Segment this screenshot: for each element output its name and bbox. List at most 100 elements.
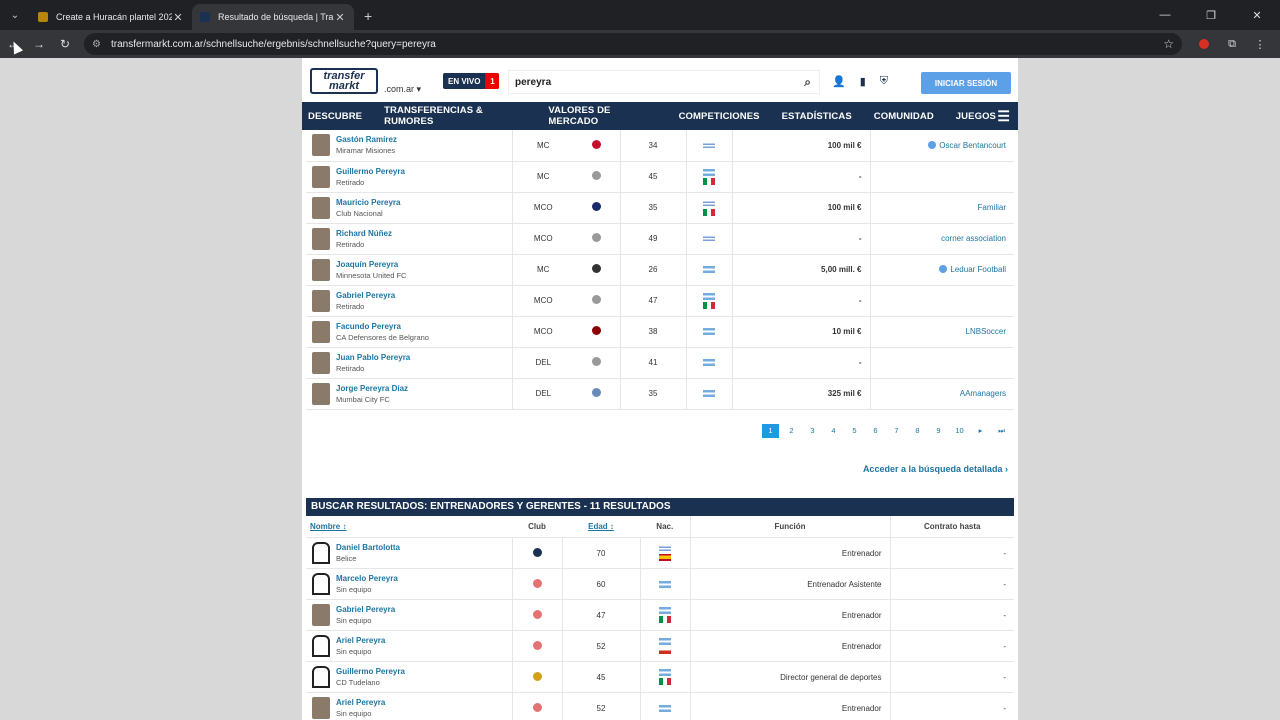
search-value: pereyra: [515, 76, 552, 88]
new-tab-button[interactable]: +: [364, 8, 372, 24]
avatar: [312, 289, 330, 312]
club-crest-icon[interactable]: [532, 702, 542, 712]
coach-name-link[interactable]: Ariel Pereyra: [336, 635, 385, 646]
bookmark-icon[interactable]: ▮: [860, 75, 866, 88]
player-name-link[interactable]: Guillermo Pereyra: [336, 166, 405, 177]
detailed-search-link[interactable]: Acceder a la búsqueda detallada ›: [302, 450, 1018, 490]
transfermarkt-logo[interactable]: transfer markt .com.ar ▾: [310, 68, 421, 94]
close-tab-icon[interactable]: ✕: [172, 11, 184, 24]
agent-link[interactable]: corner association: [941, 234, 1006, 243]
tab-search-icon[interactable]: ⌄: [4, 4, 26, 26]
search-input[interactable]: pereyra ⌕: [508, 70, 820, 94]
club-crest-icon[interactable]: [592, 295, 602, 304]
nav-games[interactable]: JUEGOS: [956, 111, 996, 122]
avatar: [312, 635, 330, 657]
age: 41: [619, 347, 686, 379]
nav-discover[interactable]: DESCUBRE: [308, 111, 362, 122]
table-row: Gastón Ramírez Miramar Misiones MC 34 100 mi…: [306, 130, 1014, 162]
coach-name-link[interactable]: Daniel Bartolotta: [336, 542, 400, 553]
club-crest-icon[interactable]: [592, 139, 602, 149]
avatar: [312, 227, 330, 250]
coach-name-link[interactable]: Gabriel Pereyra: [336, 604, 395, 615]
player-name-link[interactable]: Jorge Pereyra Díaz: [336, 383, 408, 394]
close-tab-icon[interactable]: ✕: [334, 11, 346, 24]
nav-community[interactable]: COMUNIDAD: [874, 111, 934, 122]
sort-name-header[interactable]: Nombre ↕: [310, 522, 346, 531]
extension-block-icon[interactable]: [1194, 34, 1214, 54]
club-crest-icon[interactable]: [532, 609, 542, 619]
club-crest-icon[interactable]: [532, 547, 542, 557]
table-row: Richard Núñez Retirado MCO 49 - corner associ…: [306, 223, 1014, 255]
players-table: Gastón Ramírez Miramar Misiones MC 34 100 mi…: [306, 130, 1014, 410]
page-link-11[interactable]: ▸: [972, 424, 989, 438]
club-crest-icon[interactable]: [592, 264, 602, 273]
bookmark-star-icon[interactable]: ☆: [1163, 37, 1174, 51]
page-link-6[interactable]: 6: [867, 424, 884, 438]
address-bar[interactable]: ⚙ transfermarkt.com.ar/schnellsuche/erge…: [84, 33, 1182, 55]
login-button[interactable]: INICIAR SESIÓN: [921, 72, 1011, 94]
agent-link[interactable]: Familiar: [978, 203, 1006, 212]
player-name-link[interactable]: Gastón Ramírez: [336, 134, 397, 145]
agent-link[interactable]: LNBSoccer: [966, 327, 1006, 336]
live-count-badge: 1: [485, 73, 500, 89]
club-crest-icon[interactable]: [592, 202, 602, 211]
page-link-10[interactable]: 10: [951, 424, 968, 438]
coach-name-link[interactable]: Marcelo Pereyra: [336, 573, 398, 584]
agent-link[interactable]: Leduar Football: [950, 265, 1006, 274]
nav-market-values[interactable]: VALORES DE MERCADO: [548, 105, 656, 127]
nav-transfers[interactable]: TRANSFERENCIAS & RUMORES: [384, 105, 526, 127]
player-name-link[interactable]: Mauricio Pereyra: [336, 197, 400, 208]
club-crest-icon[interactable]: [532, 578, 542, 588]
club-crest-icon[interactable]: [592, 171, 602, 180]
market-value: 100 mil €: [731, 130, 870, 162]
age: 34: [619, 130, 686, 162]
page-link-5[interactable]: 5: [846, 424, 863, 438]
player-name-link[interactable]: Joaquín Pereyra: [336, 259, 406, 270]
page-link-4[interactable]: 4: [825, 424, 842, 438]
club-crest-icon[interactable]: [532, 640, 542, 650]
page-link-8[interactable]: 8: [909, 424, 926, 438]
player-name-link[interactable]: Juan Pablo Pereyra: [336, 352, 410, 363]
coach-name-link[interactable]: Guillermo Pereyra: [336, 666, 405, 677]
reload-icon[interactable]: ↻: [52, 31, 78, 57]
hamburger-menu-icon[interactable]: ☰: [997, 108, 1010, 125]
page-link-2[interactable]: 2: [783, 424, 800, 438]
club-crest-icon[interactable]: [532, 671, 542, 681]
club-crest-icon[interactable]: [592, 388, 602, 397]
club-crest-icon[interactable]: [592, 357, 602, 366]
domain-selector[interactable]: .com.ar ▾: [384, 84, 421, 94]
player-name-link[interactable]: Gabriel Pereyra: [336, 290, 395, 301]
table-row: Gabriel Pereyra Retirado MCO 47 -: [306, 285, 1014, 317]
maximize-icon[interactable]: ❐: [1188, 0, 1234, 30]
tab-transfermarkt[interactable]: Resultado de búsqueda | Transf ✕: [192, 4, 354, 30]
menu-icon[interactable]: ⋮: [1250, 34, 1270, 54]
avatar: [312, 573, 330, 595]
page-link-1[interactable]: 1: [762, 423, 779, 438]
agent-link[interactable]: Oscar Bentancourt: [939, 141, 1006, 150]
page-link-3[interactable]: 3: [804, 424, 821, 438]
minimize-icon[interactable]: —: [1142, 0, 1188, 30]
sort-age-header[interactable]: Edad ↕: [588, 522, 614, 531]
search-icon[interactable]: ⌕: [804, 75, 811, 90]
nav-competitions[interactable]: COMPETICIONES: [679, 111, 760, 122]
page-link-12[interactable]: ⏭: [993, 424, 1010, 438]
nav-statistics[interactable]: ESTADÍSTICAS: [782, 111, 852, 122]
tab-huracan[interactable]: Create a Huracán plantel 2025 ✕: [30, 4, 192, 30]
browser-tab-strip: ⌄ Create a Huracán plantel 2025 ✕ Result…: [0, 0, 1280, 30]
role: Entrenador: [689, 537, 890, 569]
agent-link[interactable]: AAmanagers: [960, 389, 1006, 398]
user-search-icon[interactable]: 👤: [832, 75, 846, 88]
coach-name-link[interactable]: Ariel Pereyra: [336, 697, 385, 708]
extensions-icon[interactable]: ⧉: [1222, 34, 1242, 54]
club-crest-icon[interactable]: [592, 326, 602, 335]
page-link-7[interactable]: 7: [888, 424, 905, 438]
club-crest-icon[interactable]: [592, 233, 602, 242]
close-window-icon[interactable]: ✕: [1234, 0, 1280, 30]
shield-icon[interactable]: ⛨: [880, 75, 888, 88]
site-info-icon[interactable]: ⚙: [92, 39, 101, 50]
live-button[interactable]: EN VIVO 1: [443, 73, 500, 89]
forward-icon[interactable]: →: [26, 31, 52, 57]
page-link-9[interactable]: 9: [930, 424, 947, 438]
player-name-link[interactable]: Richard Núñez: [336, 228, 392, 239]
player-name-link[interactable]: Facundo Pereyra: [336, 321, 429, 332]
